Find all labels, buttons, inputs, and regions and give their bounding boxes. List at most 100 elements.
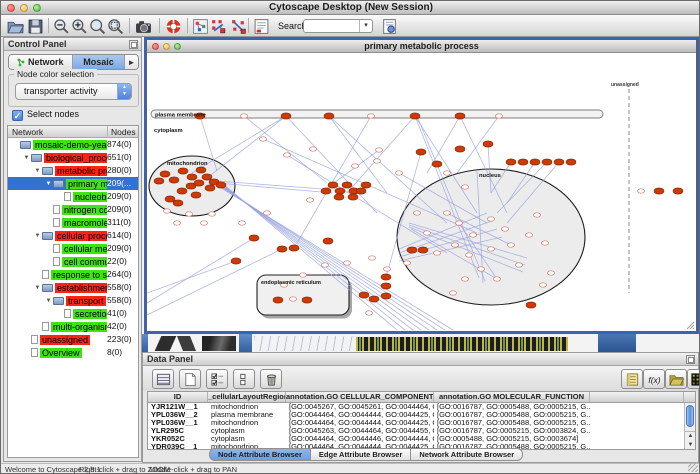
tree-col-nodes[interactable]: Nodes xyxy=(107,126,136,138)
tree-row[interactable]: Overview8(0) xyxy=(8,346,138,359)
graph-node-small[interactable] xyxy=(516,263,523,267)
graph-node[interactable] xyxy=(654,188,664,194)
tree-row[interactable]: unassigned223(0) xyxy=(8,333,138,346)
graph-node[interactable] xyxy=(187,174,197,180)
graph-edge[interactable] xyxy=(297,116,371,243)
graph-node-small[interactable] xyxy=(478,267,485,271)
zoom-out-button[interactable] xyxy=(53,17,71,35)
tab-node-attribute-browser[interactable]: Node Attribute Browser xyxy=(209,448,311,461)
graph-node[interactable] xyxy=(410,113,420,119)
heatmap-button[interactable] xyxy=(687,369,700,389)
graph-node-small[interactable] xyxy=(462,185,469,189)
graph-node-small[interactable] xyxy=(444,171,451,175)
graph-node[interactable] xyxy=(216,182,226,188)
graph-node-small[interactable] xyxy=(526,233,533,237)
graph-node-small[interactable] xyxy=(307,198,314,202)
tab-network-attribute-browser[interactable]: Network Attribute Browser xyxy=(411,448,523,461)
snapshot-button[interactable] xyxy=(135,17,153,35)
help-button[interactable] xyxy=(165,17,183,35)
graph-node[interactable] xyxy=(359,292,369,298)
graph-node[interactable] xyxy=(418,247,428,253)
graph-node[interactable] xyxy=(328,182,338,188)
delete-attribute-button[interactable] xyxy=(260,369,282,389)
graph-node[interactable] xyxy=(348,194,358,200)
graph-node-small[interactable] xyxy=(466,253,473,257)
tree-row[interactable]: nucleobase-209(0) xyxy=(8,190,138,203)
tree-row[interactable]: ▼cellular process614(0) xyxy=(8,229,138,242)
graph-node-small[interactable] xyxy=(368,114,375,118)
table-column-header[interactable]: annotation.GO MOLECULAR_FUNCTION xyxy=(434,392,590,402)
graph-node-small[interactable] xyxy=(369,256,376,260)
select-nodes-checkbox[interactable]: ✓ xyxy=(12,110,23,121)
graph-node[interactable] xyxy=(169,177,179,183)
graph-node[interactable] xyxy=(361,182,371,188)
graph-node-small[interactable] xyxy=(488,217,495,221)
graph-node-small[interactable] xyxy=(260,137,267,141)
tree-row[interactable]: ▼metabolic process280(0) xyxy=(8,164,138,177)
scrollbar-thumb[interactable] xyxy=(686,405,694,427)
graph-node-small[interactable] xyxy=(496,114,503,118)
tree-expand-arrow[interactable]: ▼ xyxy=(44,298,53,304)
graph-node-small[interactable] xyxy=(456,221,463,225)
graph-node[interactable] xyxy=(323,238,333,244)
graph-node[interactable] xyxy=(542,159,552,165)
graph-node-small[interactable] xyxy=(542,241,549,245)
graph-node[interactable] xyxy=(191,192,201,198)
graph-node[interactable] xyxy=(566,159,576,165)
graph-node-small[interactable] xyxy=(201,221,208,225)
tree-row[interactable]: multi-organism pro42(0) xyxy=(8,320,138,333)
graph-edge[interactable] xyxy=(329,116,387,193)
tree-row[interactable]: ▼primary metabo209(... xyxy=(8,177,138,190)
float-panel-icon[interactable] xyxy=(129,40,138,49)
graph-node[interactable] xyxy=(277,246,287,252)
graph-node-small[interactable] xyxy=(374,159,381,163)
graph-node[interactable] xyxy=(249,235,259,241)
graph-node[interactable] xyxy=(455,113,465,119)
graph-node-small[interactable] xyxy=(322,263,329,267)
tree-expand-arrow[interactable]: ▼ xyxy=(33,168,42,174)
graph-node-small[interactable] xyxy=(444,211,451,215)
tree-row[interactable]: response to stimulu264(0) xyxy=(8,268,138,281)
node-color-select[interactable]: transporter activity ▲▼ xyxy=(15,83,132,100)
graph-node-small[interactable] xyxy=(241,114,248,118)
tree-expand-arrow[interactable]: ▼ xyxy=(44,181,53,187)
search-config-button[interactable] xyxy=(381,17,399,35)
graph-node-small[interactable] xyxy=(502,227,509,231)
graph-node[interactable] xyxy=(177,188,187,194)
graph-node-small[interactable] xyxy=(470,233,477,237)
graph-node-small[interactable] xyxy=(264,211,271,215)
graph-node[interactable] xyxy=(202,174,212,180)
tab-edge-attribute-browser[interactable]: Edge Attribute Browser xyxy=(311,448,411,461)
graph-node[interactable] xyxy=(483,141,493,147)
import-attributes-button[interactable] xyxy=(665,369,687,389)
tree-expand-arrow[interactable]: ▼ xyxy=(33,285,42,291)
graph-edge[interactable] xyxy=(347,116,415,193)
tree-row[interactable]: ▼transport558(0) xyxy=(8,294,138,307)
graph-node[interactable] xyxy=(407,247,417,253)
tab-network[interactable]: Network xyxy=(9,55,73,69)
graph-node[interactable] xyxy=(530,159,540,165)
graph-node[interactable] xyxy=(381,293,391,299)
graph-node[interactable] xyxy=(205,185,215,191)
graph-node[interactable] xyxy=(526,302,536,308)
window-resize-grip[interactable] xyxy=(687,322,694,329)
graph-node[interactable] xyxy=(506,159,516,165)
table-row[interactable]: YPL036W__2plasma membrane[GO:0044464, GO… xyxy=(148,411,695,419)
graph-node-small[interactable] xyxy=(452,243,459,247)
graph-node[interactable] xyxy=(231,258,241,264)
graph-node[interactable] xyxy=(335,188,345,194)
graph-node-small[interactable] xyxy=(450,291,457,295)
graph-node[interactable] xyxy=(281,113,291,119)
tree-expand-arrow[interactable]: ▼ xyxy=(33,233,42,239)
graph-node-small[interactable] xyxy=(404,261,411,265)
network-canvas[interactable]: plasma membrane cytoplasm mitochondrion … xyxy=(147,53,696,331)
graph-node-small[interactable] xyxy=(239,221,246,225)
graph-node[interactable] xyxy=(518,159,528,165)
table-row[interactable]: YJR121W__1mitochondrion[GO:0045267, GO:0… xyxy=(148,403,695,411)
table-row[interactable]: YLR295Ccytoplasm[GO:0045263, GO:0044464,… xyxy=(148,427,695,435)
tree-row[interactable]: mosaic-demo-yeast874(0) xyxy=(8,138,138,151)
graph-node[interactable] xyxy=(342,182,352,188)
graph-node-small[interactable] xyxy=(534,213,541,217)
graph-edge[interactable] xyxy=(147,261,236,293)
table-column-header[interactable]: _cellularLayoutRegion xyxy=(208,392,286,402)
